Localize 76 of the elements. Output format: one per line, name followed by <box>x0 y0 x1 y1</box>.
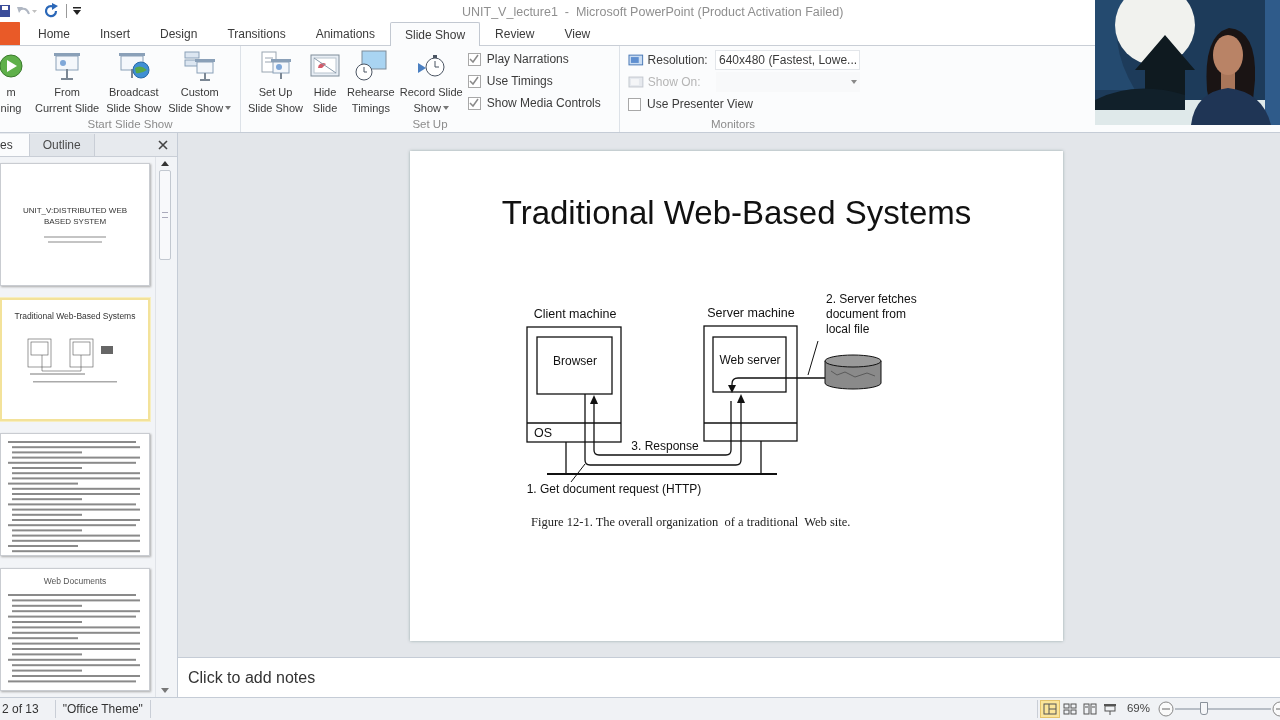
ribbon-tab[interactable]: Design <box>145 22 213 46</box>
diagram-label: Browser <box>553 354 597 368</box>
diagram-label: Server machine <box>707 306 795 320</box>
database-icon <box>824 354 882 390</box>
slide-thumbnail[interactable]: Web Documents <box>0 568 150 691</box>
annotation-text: 2. Server fetches document from local file <box>826 292 917 336</box>
checkbox[interactable] <box>467 96 481 110</box>
leader-line <box>807 340 819 376</box>
group-label: Set Up <box>411 118 449 132</box>
dropdown-field[interactable]: 640x480 (Fastest, Lowe... <box>715 50 860 70</box>
checkbox-label: Use Presenter View <box>647 96 753 113</box>
thumbnail-title: UNIT_V:DISTRIBUTED WEB BASED SYSTEM <box>21 204 129 227</box>
checkbox-label: Use Timings <box>486 73 553 90</box>
save-icon[interactable] <box>0 4 10 18</box>
ribbon-tab[interactable]: Slide Show <box>390 22 481 46</box>
group-label: Monitors <box>709 118 757 132</box>
diagram-label: Web server <box>719 353 781 367</box>
ribbon-button[interactable]: m ning <box>0 46 30 118</box>
ribbon-button[interactable]: Hide Slide <box>306 46 345 118</box>
ribbon-button[interactable]: Custom Slide Show <box>166 46 234 118</box>
zoom-level[interactable]: 69% <box>1126 700 1150 718</box>
slide-title: Traditional Web-Based Systems <box>500 193 973 233</box>
ribbon-tab[interactable]: View <box>549 22 606 46</box>
notes-placeholder[interactable]: Click to add notes <box>188 665 316 690</box>
ribbon-button[interactable]: From Current Slide <box>33 46 102 118</box>
checkbox-label: Play Narrations <box>486 51 569 68</box>
slide-thumbnail[interactable]: UNIT_V:DISTRIBUTED WEB BASED SYSTEM <box>0 163 150 286</box>
slide-thumbnail[interactable]: Traditional Web-Based Systems <box>0 298 150 421</box>
caret-icon <box>851 80 857 84</box>
caret-icon <box>225 106 232 110</box>
checkbox-label: Show Media Controls <box>486 95 601 112</box>
diagram-label: Client machine <box>533 307 617 321</box>
thumbnail-title: Web Documents <box>43 575 107 588</box>
thumbnail-title: Traditional Web-Based Systems <box>14 310 136 323</box>
setup-screen-icon <box>258 50 293 82</box>
normal-view-icon[interactable] <box>1039 700 1060 718</box>
ribbon-button[interactable]: Set Up Slide Show <box>246 46 306 118</box>
zoom-slider-thumb[interactable] <box>1199 702 1208 715</box>
field-label: Resolution: <box>647 52 709 69</box>
ribbon-tab[interactable]: Insert <box>85 22 146 46</box>
close-icon[interactable] <box>158 140 168 150</box>
window-title: UNIT_V_lecture1 - Microsoft PowerPoint (Product Activation Failed) <box>462 4 844 21</box>
theme-name: "Office Theme" <box>55 700 151 718</box>
ribbon-tab[interactable]: Review <box>480 22 550 46</box>
scroll-up-icon[interactable] <box>160 161 169 166</box>
ribbon-button[interactable]: Broadcast Slide Show <box>104 46 164 118</box>
slide-counter: 2 of 13 <box>0 700 56 718</box>
field-label: Show On: <box>647 74 702 91</box>
ribbon-tab[interactable]: Animations <box>300 22 390 46</box>
checkbox[interactable] <box>628 97 641 111</box>
globe-screen-icon <box>116 50 151 82</box>
scroll-down-icon[interactable] <box>160 688 169 693</box>
file-tab[interactable] <box>0 21 20 45</box>
dropdown-icon[interactable] <box>73 6 81 16</box>
pane-tab[interactable]: Outline <box>28 134 95 156</box>
stacked-screens-icon <box>182 50 217 82</box>
zoom-in-icon[interactable] <box>1272 701 1280 717</box>
scrollbar[interactable] <box>155 157 173 697</box>
redo-icon[interactable] <box>44 3 60 19</box>
caret-icon <box>443 106 449 110</box>
diagram-label: OS <box>534 426 553 440</box>
checkbox[interactable] <box>467 74 481 88</box>
ribbon-button[interactable]: Record Slide Show <box>397 46 465 118</box>
checkbox[interactable] <box>467 52 481 66</box>
diagram-label: 1. Get document request (HTTP) <box>526 482 702 496</box>
pane-tab[interactable]: es <box>0 134 29 156</box>
timer-screen-icon <box>353 50 388 82</box>
figure-caption: Figure 12-1. The overall organization of a traditional Web site. <box>531 514 852 531</box>
ribbon-button[interactable]: Rehearse Timings <box>345 46 397 118</box>
ribbon-tab[interactable]: Home <box>23 22 85 46</box>
slide-thumbnail[interactable] <box>0 433 150 556</box>
group-label: Start Slide Show <box>86 118 174 132</box>
leader-line <box>570 463 586 483</box>
zoom-out-icon[interactable] <box>1158 701 1174 717</box>
ribbon-tab[interactable]: Transitions <box>212 22 301 46</box>
diagram-label: 3. Response <box>631 439 699 453</box>
